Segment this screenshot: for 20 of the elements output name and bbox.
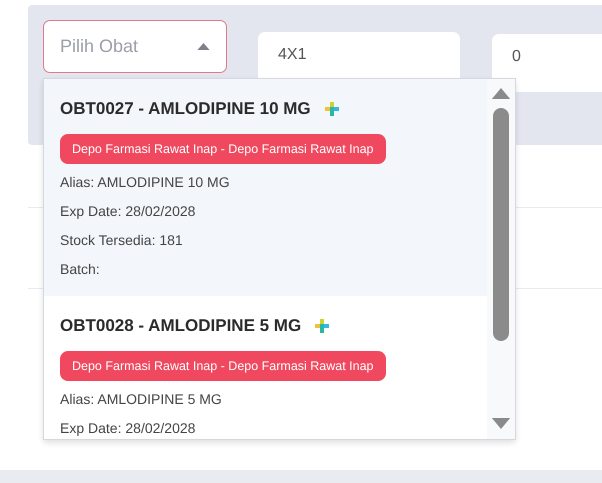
scrollbar[interactable] <box>487 79 515 439</box>
input-field[interactable]: 0 <box>492 34 602 92</box>
option-item[interactable]: OBT0028 - AMLODIPINE 5 MG Depo Farmasi Rawat Inap - Depo Farmasi Rawat Inap Alias: AMLODIPINE 5 MG Exp Date: 28/02/2028 <box>44 296 487 439</box>
scroll-down-arrow[interactable] <box>491 418 511 429</box>
cross-icon <box>324 102 339 116</box>
option-title: OBT0027 - AMLODIPINE 10 MG <box>60 99 311 119</box>
option-detail: Alias: AMLODIPINE 5 MG <box>60 390 223 409</box>
option-item[interactable]: OBT0027 - AMLODIPINE 10 MG Depo Farmasi Rawat Inap - Depo Farmasi Rawat Inap Alias: AMLODIPINE 10 MG Exp Date: 28/02/2028 Stock Tersedia: 181 Batch: <box>44 79 487 296</box>
option-detail: Alias: AMLODIPINE 10 MG <box>60 173 231 192</box>
depot-badge: Depo Farmasi Rawat Inap - Depo Farmasi Rawat Inap <box>60 134 386 164</box>
depot-badge: Depo Farmasi Rawat Inap - Depo Farmasi Rawat Inap <box>60 351 386 381</box>
scroll-up-arrow[interactable] <box>491 88 511 99</box>
caret-icon <box>197 43 210 50</box>
option-detail: Batch: <box>60 260 101 279</box>
option-title: OBT0028 - AMLODIPINE 5 MG <box>60 316 302 336</box>
option-detail: Stock Tersedia: 181 <box>60 231 184 250</box>
cross-icon <box>315 319 330 333</box>
scroll-thumb[interactable] <box>493 108 509 341</box>
option-detail: Exp Date: 28/02/2028 <box>60 419 196 438</box>
option-detail: Exp Date: 28/02/2028 <box>60 202 196 221</box>
